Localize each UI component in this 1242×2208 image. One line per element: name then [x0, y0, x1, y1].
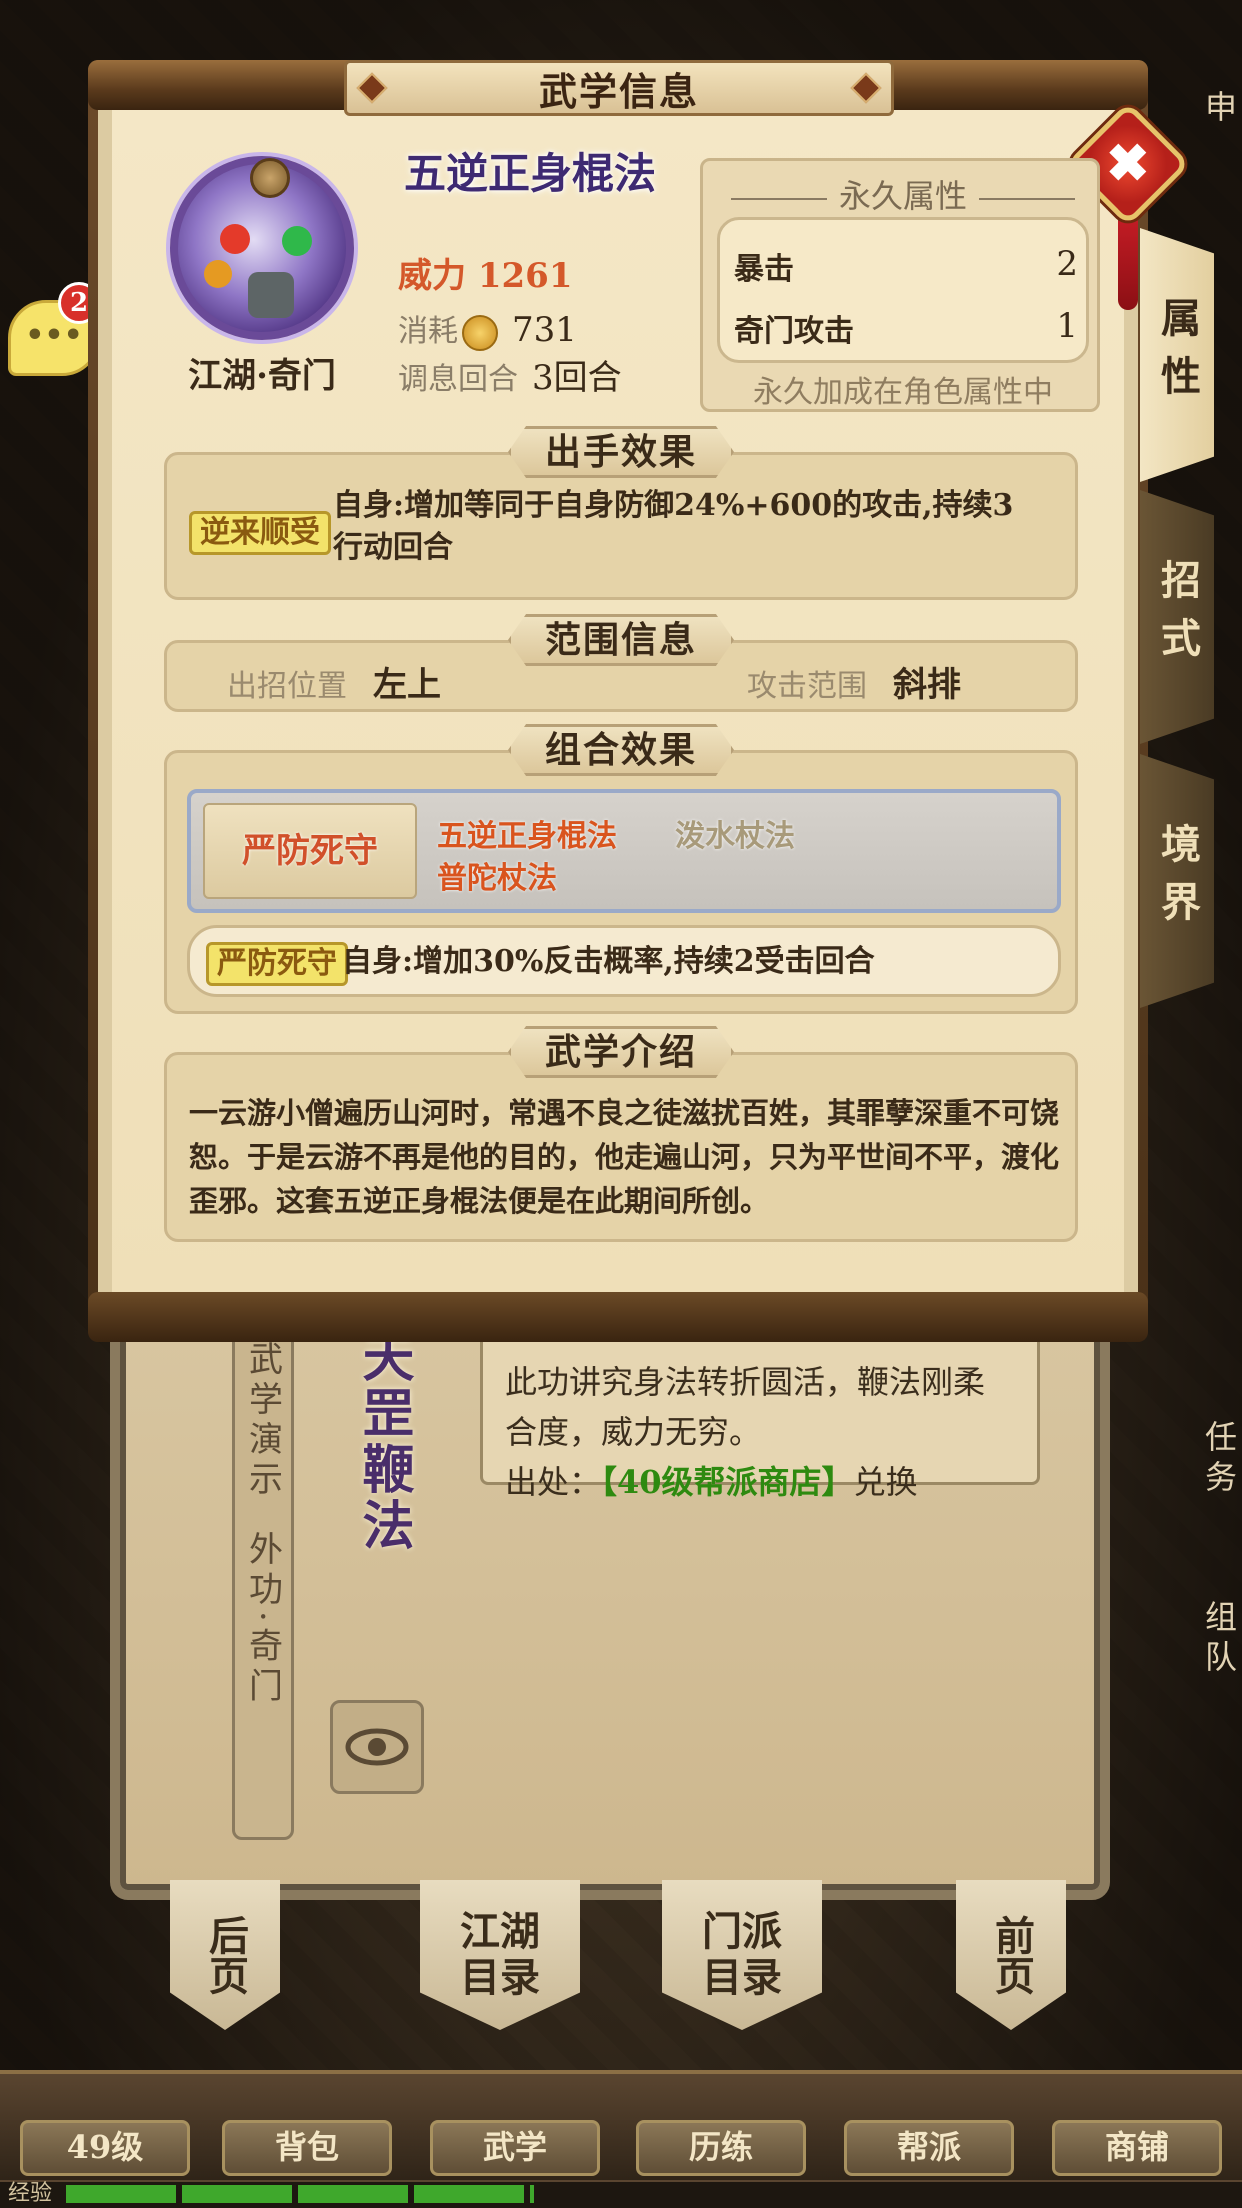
permanent-attributes-panel: 永久属性 暴击 2 奇门攻击 1 永久加成在角色属性中	[700, 158, 1100, 412]
next-page-label: 前页	[988, 1915, 1035, 1995]
combo-skill: 五逆正身棍法	[437, 819, 617, 854]
combo-card: 严防死守	[203, 803, 417, 899]
combo-header: 组合效果	[508, 724, 734, 776]
skill-icon	[170, 156, 354, 340]
desc-line-1: 此功讲究身法转折圆活，鞭法刚柔	[505, 1363, 986, 1401]
attr-value: 2	[1056, 244, 1078, 284]
tab-moves[interactable]: 招式	[1140, 490, 1214, 744]
combo-box: 严防死守 五逆正身棍法 泼水杖法 普陀杖法 严防死守 自身:增加30%反击概率,…	[164, 750, 1078, 1014]
diamond-ornament-icon	[850, 72, 882, 104]
rest-value: 3回合	[532, 358, 622, 398]
eye-icon	[345, 1728, 409, 1766]
cast-effect-tag: 逆来顺受	[189, 511, 331, 555]
permanent-row: 暴击 2	[734, 244, 1078, 288]
sect-catalog-label: 门派目录	[702, 1908, 782, 2001]
xp-bar-fill	[66, 2185, 534, 2203]
red-gem-icon	[220, 224, 250, 254]
cast-effect-header: 出手效果	[508, 426, 734, 478]
menu-level[interactable]: 49级	[20, 2120, 190, 2176]
orange-gem-icon	[204, 260, 232, 288]
close-icon: ✖	[1106, 132, 1150, 194]
intro-header: 武学介绍	[508, 1026, 734, 1078]
type-tab-label: 外功·奇门	[242, 1531, 283, 1708]
combo-skill: 泼水杖法	[675, 819, 795, 854]
power-value: 1261	[477, 256, 573, 296]
task-side-tab[interactable]: 任务	[1188, 1420, 1242, 1500]
menu-martial-arts[interactable]: 武学	[430, 2120, 600, 2176]
combo-skill: 普陀杖法	[437, 861, 557, 896]
diamond-ornament-icon	[356, 72, 388, 104]
position-value: 左上	[373, 665, 441, 705]
source-label: 出处：	[505, 1463, 602, 1501]
preview-eye-button[interactable]	[330, 1700, 424, 1794]
intro-text: 一云游小僧遍历山河时，常遇不良之徒滋扰百姓，其罪孽深重不可饶恕。于是云游不再是他…	[189, 1096, 1060, 1218]
attr-value: 1	[1056, 306, 1078, 346]
menu-bag[interactable]: 背包	[222, 2120, 392, 2176]
tab-attributes[interactable]: 属性	[1140, 228, 1214, 482]
tab-realm[interactable]: 境界	[1140, 754, 1214, 1008]
cast-effect-text: 自身:增加等同于自身防御24%+600的攻击,持续3行动回合	[333, 488, 1014, 565]
xp-label: 经验	[8, 2181, 53, 2206]
background-skill-title: 天罡鞭法	[353, 1330, 414, 1554]
prev-page-label: 后页	[202, 1915, 249, 1995]
attack-range-label: 攻击范围	[747, 669, 867, 704]
power-label: 威力	[398, 256, 466, 296]
permanent-values-box: 暴击 2 奇门攻击 1	[717, 217, 1089, 363]
source-shop: 【40级帮派商店】	[601, 1463, 854, 1501]
rest-label: 调息回合	[398, 362, 518, 397]
skill-power: 威力 1261	[398, 248, 572, 297]
demo-tab-label: 武学演示	[242, 1341, 283, 1501]
permanent-row: 奇门攻击 1	[734, 306, 1078, 350]
skill-rest: 调息回合 3回合	[398, 350, 622, 399]
right-side-tab-1[interactable]: 申	[1188, 90, 1242, 130]
range-header: 范围信息	[508, 614, 734, 666]
team-side-tab[interactable]: 组队	[1188, 1600, 1242, 1680]
attr-name: 暴击	[734, 252, 794, 287]
skill-category: 江湖·奇门	[188, 356, 336, 396]
modal-title-plaque: 武学信息	[344, 60, 894, 116]
intro-box: 一云游小僧遍历山河时，常遇不良之徒滋扰百姓，其罪孽深重不可饶恕。于是云游不再是他…	[164, 1052, 1078, 1242]
menu-guild[interactable]: 帮派	[844, 2120, 1014, 2176]
combo-skills-panel: 严防死守 五逆正身棍法 泼水杖法 普陀杖法	[187, 789, 1061, 913]
attr-name: 奇门攻击	[734, 314, 854, 349]
combo-effect-row: 严防死守 自身:增加30%反击概率,持续2受击回合	[187, 925, 1061, 997]
jianghu-catalog-label: 江湖目录	[460, 1908, 540, 2001]
combo-effect-tag: 严防死守	[206, 942, 348, 986]
stone-fist-icon	[248, 272, 294, 318]
green-gem-icon	[282, 226, 312, 256]
desc-source: 出处：【40级帮派商店】兑换	[505, 1457, 1015, 1507]
permanent-title: 永久属性	[703, 171, 1103, 217]
background-demo-tab[interactable]: 武学演示 外功·奇门	[232, 1320, 294, 1840]
source-suffix: 兑换	[853, 1463, 918, 1501]
modal-title: 武学信息	[538, 68, 699, 114]
icon-knob	[250, 158, 290, 198]
attack-range-value: 斜排	[893, 665, 961, 705]
permanent-footer: 永久加成在角色属性中	[753, 375, 1053, 410]
cost-label: 消耗	[398, 314, 458, 349]
skill-name: 五逆正身棍法	[404, 149, 657, 198]
skill-cost: 消耗 731	[398, 306, 577, 351]
menu-shop[interactable]: 商铺	[1052, 2120, 1222, 2176]
scroll-rod-bottom	[88, 1292, 1148, 1342]
menu-training[interactable]: 历练	[636, 2120, 806, 2176]
desc-line-2: 合度，威力无穷。	[505, 1413, 762, 1451]
combo-effect-text: 自身:增加30%反击概率,持续2受击回合	[342, 944, 875, 979]
coin-icon	[462, 315, 498, 351]
position-label: 出招位置	[227, 669, 347, 704]
cost-value: 731	[512, 310, 577, 350]
background-skill-description: 此功讲究身法转折圆活，鞭法刚柔 合度，威力无穷。 出处：【40级帮派商店】兑换	[480, 1320, 1040, 1501]
permanent-title-text: 永久属性	[838, 177, 967, 215]
